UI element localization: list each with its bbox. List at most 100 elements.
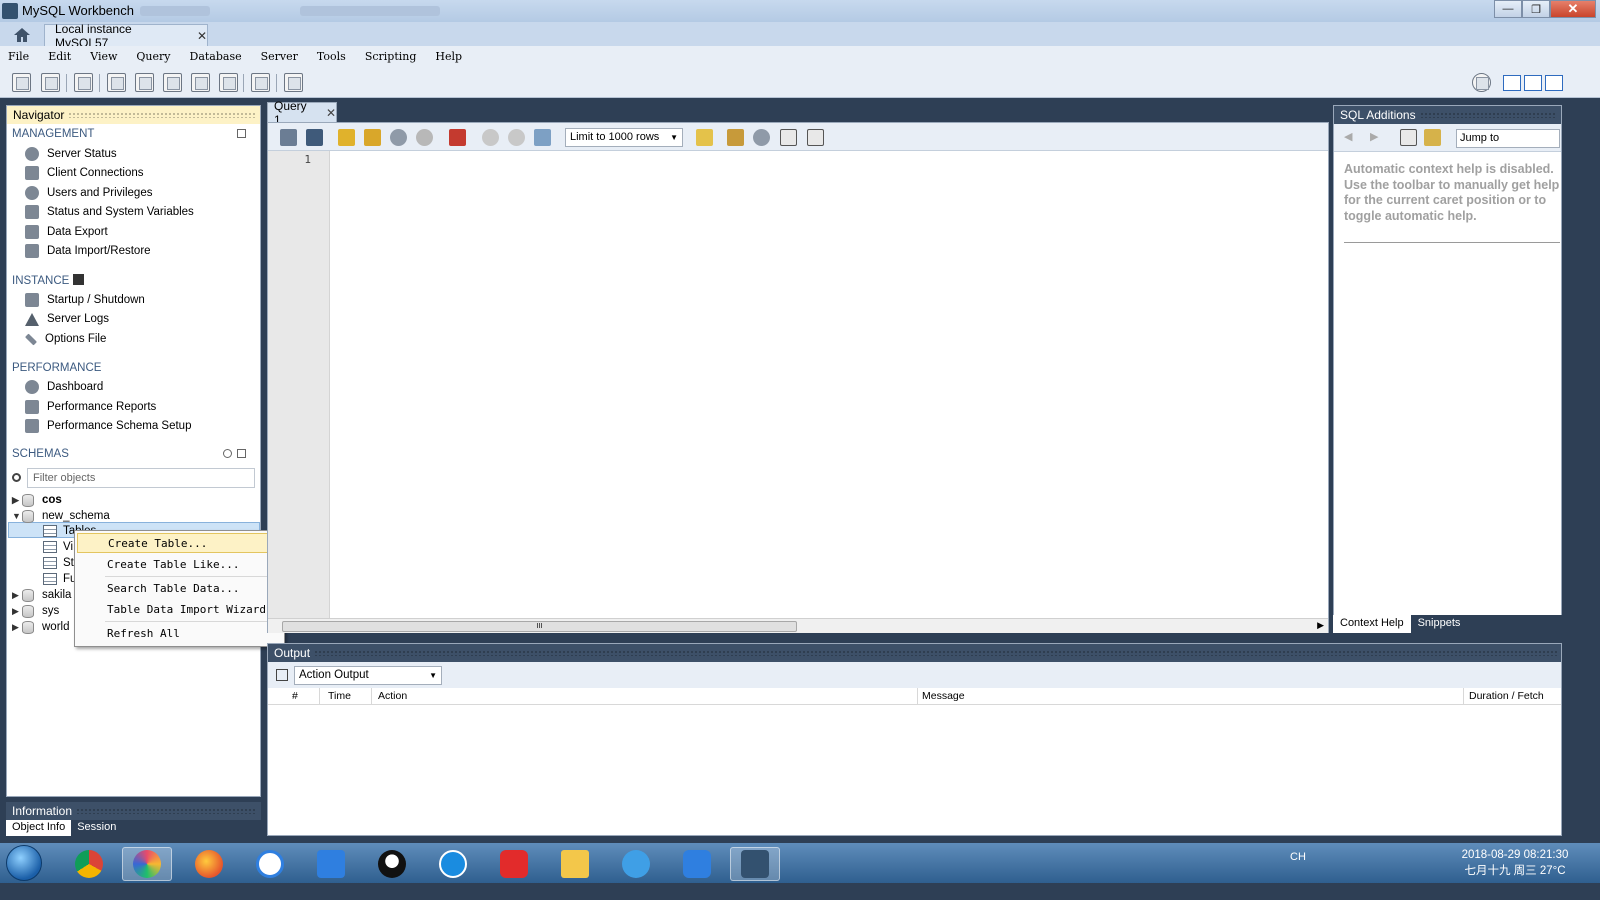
output-type-select[interactable]: Action Output ▼ (294, 666, 442, 685)
expand-arrow-icon[interactable]: ▶ (12, 495, 22, 506)
column-header-action[interactable]: Action (372, 688, 918, 705)
execute-icon[interactable] (338, 129, 355, 146)
column-header-time[interactable]: Time (320, 688, 372, 705)
qq-icon[interactable] (367, 847, 417, 881)
commit-icon[interactable] (482, 129, 499, 146)
menu-scripting[interactable]: Scripting (365, 50, 417, 63)
sql-editor-area[interactable] (331, 151, 1328, 618)
query-tab[interactable]: Query 1 ✕ (267, 99, 337, 127)
menu-help[interactable]: Help (435, 50, 462, 63)
nav-dashboard[interactable]: Dashboard (25, 378, 103, 396)
filter-objects-input[interactable]: Filter objects (27, 468, 255, 488)
menu-view[interactable]: View (90, 50, 117, 63)
edit-app-icon[interactable] (672, 847, 722, 881)
auto-help-icon[interactable] (1424, 129, 1441, 146)
beautify-icon[interactable] (727, 129, 744, 146)
toggle-output-icon[interactable] (1524, 75, 1542, 91)
netease-music-icon[interactable] (489, 847, 539, 881)
language-indicator[interactable]: CH (1290, 851, 1306, 863)
nav-performance-schema-setup[interactable]: Performance Schema Setup (25, 417, 191, 435)
create-table-icon[interactable] (135, 73, 154, 92)
tree-views[interactable]: Vi (43, 539, 73, 555)
menu-table-data-import-wizard[interactable]: Table Data Import Wizard (77, 599, 282, 619)
toggle-secondary-sidebar-icon[interactable] (1545, 75, 1563, 91)
add-snippet-icon[interactable] (696, 129, 713, 146)
create-function-icon[interactable] (219, 73, 238, 92)
schema-world[interactable]: ▶ world (12, 619, 69, 635)
kugou-icon[interactable] (428, 847, 478, 881)
schema-sakila[interactable]: ▶ sakila (12, 587, 71, 603)
office-icon[interactable] (306, 847, 356, 881)
close-tab-icon[interactable]: ✕ (326, 106, 336, 120)
expand-arrow-icon[interactable]: ▶ (12, 622, 22, 633)
jump-to-select[interactable]: Jump to (1456, 129, 1560, 148)
expand-icon[interactable] (237, 449, 246, 458)
nav-client-connections[interactable]: Client Connections (25, 164, 144, 182)
menu-file[interactable]: File (8, 50, 29, 63)
word-wrap-icon[interactable] (807, 129, 824, 146)
bird-app-icon[interactable] (611, 847, 661, 881)
expand-arrow-icon[interactable]: ▶ (12, 590, 22, 601)
expand-icon[interactable] (237, 129, 246, 138)
nav-startup-shutdown[interactable]: Startup / Shutdown (25, 291, 145, 309)
column-header-number[interactable]: # (268, 688, 320, 705)
photos-app-icon[interactable] (122, 847, 172, 881)
create-procedure-icon[interactable] (191, 73, 210, 92)
preferences-icon[interactable] (1472, 73, 1491, 92)
open-file-icon[interactable] (280, 129, 297, 146)
tab-session[interactable]: Session (71, 820, 122, 836)
column-header-duration[interactable]: Duration / Fetch (1464, 688, 1561, 705)
scroll-right-icon[interactable]: ▶ (1317, 620, 1324, 631)
rollback-icon[interactable] (508, 129, 525, 146)
nav-data-import[interactable]: Data Import/Restore (25, 242, 151, 260)
horizontal-scrollbar[interactable]: III ▶ (268, 618, 1328, 633)
new-sql-tab-icon[interactable] (12, 73, 31, 92)
copy-icon[interactable] (276, 669, 288, 681)
schema-sys[interactable]: ▶ sys (12, 603, 59, 619)
menu-edit[interactable]: Edit (48, 50, 71, 63)
chrome-icon[interactable] (64, 847, 114, 881)
menu-create-table[interactable]: Create Table... (77, 533, 282, 553)
collapse-arrow-icon[interactable]: ▼ (12, 511, 22, 521)
menu-create-table-like[interactable]: Create Table Like...▶ (77, 554, 282, 574)
tab-snippets[interactable]: Snippets (1411, 615, 1468, 633)
file-explorer-icon[interactable] (550, 847, 600, 881)
menu-query[interactable]: Query (136, 50, 170, 63)
scrollbar-thumb[interactable]: III (282, 621, 797, 632)
nav-data-export[interactable]: Data Export (25, 223, 108, 241)
nav-users-privileges[interactable]: Users and Privileges (25, 184, 152, 202)
stop-icon[interactable] (416, 129, 433, 146)
tab-context-help[interactable]: Context Help (1333, 615, 1411, 633)
reconnect-icon[interactable] (284, 73, 303, 92)
open-sql-script-icon[interactable] (41, 73, 60, 92)
close-button[interactable]: ✕ (1550, 0, 1596, 18)
manual-help-icon[interactable] (1400, 129, 1417, 146)
back-icon[interactable]: ◀ (1344, 130, 1352, 143)
menu-tools[interactable]: Tools (317, 50, 346, 63)
execute-current-icon[interactable] (364, 129, 381, 146)
menu-refresh-all[interactable]: Refresh All (77, 623, 282, 643)
refresh-icon[interactable] (223, 449, 232, 458)
search-table-data-icon[interactable] (251, 73, 270, 92)
menu-database[interactable]: Database (190, 50, 242, 63)
restore-button[interactable]: ❐ (1522, 0, 1550, 18)
find-icon[interactable] (753, 129, 770, 146)
expand-arrow-icon[interactable]: ▶ (12, 606, 22, 617)
nav-status-variables[interactable]: Status and System Variables (25, 203, 194, 221)
schema-new-schema[interactable]: ▼ new_schema (12, 508, 110, 524)
create-view-icon[interactable] (163, 73, 182, 92)
baidu-netdisk-icon[interactable] (245, 847, 295, 881)
limit-rows-select[interactable]: Limit to 1000 rows ▼ (565, 128, 683, 147)
nav-server-status[interactable]: Server Status (25, 145, 117, 163)
menu-search-table-data[interactable]: Search Table Data... (77, 578, 282, 598)
toggle-sidebar-icon[interactable] (1503, 75, 1521, 91)
nav-options-file[interactable]: Options File (24, 330, 106, 348)
tree-stored-procedures[interactable]: St (43, 555, 74, 571)
connection-tab[interactable]: Local instance MySQL57 ✕ (44, 22, 208, 50)
explain-icon[interactable] (390, 129, 407, 146)
schema-cos[interactable]: ▶ cos (12, 492, 62, 508)
forward-icon[interactable]: ▶ (1370, 130, 1378, 143)
start-button[interactable] (6, 845, 42, 881)
menu-server[interactable]: Server (261, 50, 298, 63)
save-icon[interactable] (306, 129, 323, 146)
